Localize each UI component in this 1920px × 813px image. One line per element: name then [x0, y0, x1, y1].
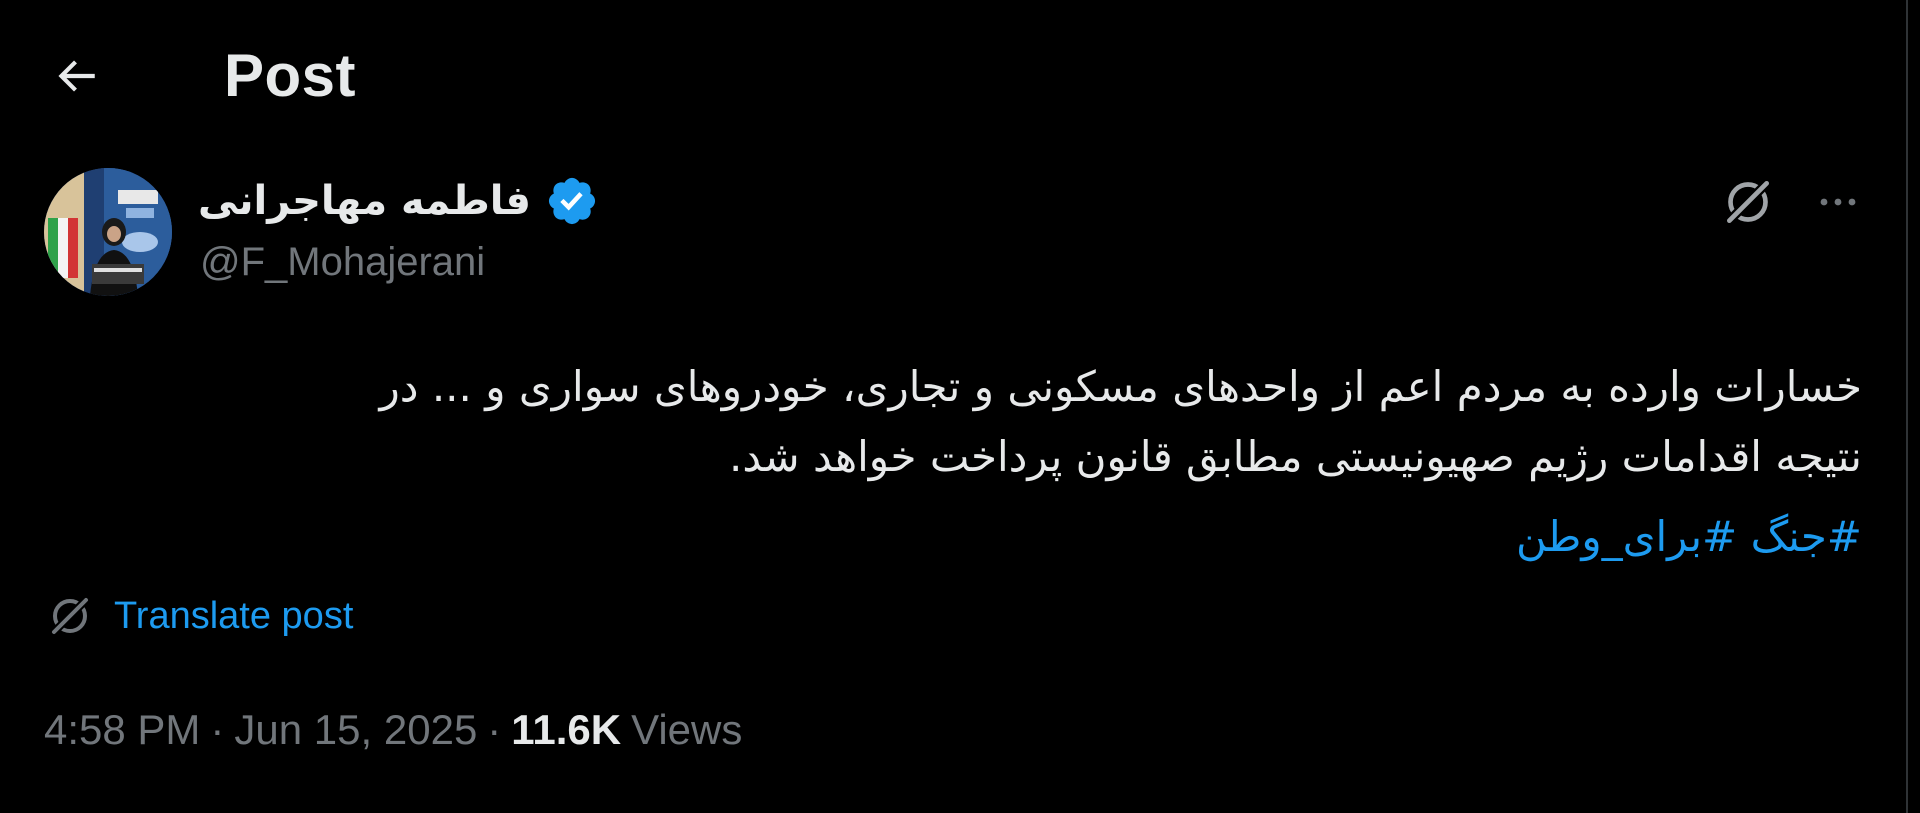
author-handle[interactable]: @F_Mohajerani: [200, 240, 485, 285]
author-name-row: فاطمه مهاجرانی: [198, 168, 599, 234]
hashtag-link[interactable]: #جنگ: [1751, 512, 1862, 561]
translate-icon: [49, 595, 91, 637]
verified-badge-icon[interactable]: [545, 174, 599, 228]
avatar-image: [44, 168, 172, 296]
more-horizontal-icon: [1820, 198, 1856, 206]
post-hashtags: #جنگ #برای_وطن: [1300, 502, 1862, 572]
page-title: Post: [224, 42, 357, 109]
avatar[interactable]: [44, 168, 172, 296]
post-text-line: خسارات وارده به مردم اعم از واحدهای مسکو…: [379, 362, 1863, 411]
grok-button[interactable]: [1716, 170, 1780, 234]
grok-icon: [1723, 177, 1773, 227]
more-options-button[interactable]: [1806, 170, 1870, 234]
views-count: 11.6K: [511, 706, 622, 753]
views-label: Views: [631, 706, 743, 753]
post-date[interactable]: Jun 15, 2025: [234, 706, 477, 754]
post-page: Post فاطمه مهاجرانی @F_Mohajerani خسارات…: [0, 0, 1920, 813]
meta-separator: ·: [487, 706, 502, 753]
column-divider: [1906, 0, 1908, 813]
translate-post-button[interactable]: Translate post: [46, 586, 353, 646]
hashtag-link[interactable]: #برای_وطن: [1516, 512, 1737, 561]
author-display-name[interactable]: فاطمه مهاجرانی: [198, 178, 531, 224]
post-time[interactable]: 4:58 PM: [44, 706, 200, 754]
post-text: خسارات وارده به مردم اعم از واحدهای مسکو…: [80, 352, 1863, 492]
back-button[interactable]: [36, 46, 116, 106]
arrow-left-icon: [58, 60, 95, 92]
post-text-line: نتیجه اقدامات رژیم صهیونیستی مطابق قانون…: [729, 432, 1862, 481]
translate-post-label: Translate post: [114, 594, 354, 637]
meta-separator: ·: [210, 706, 225, 753]
post-meta: 4:58 PM · Jun 15, 2025 · 11.6K Views: [44, 700, 742, 760]
